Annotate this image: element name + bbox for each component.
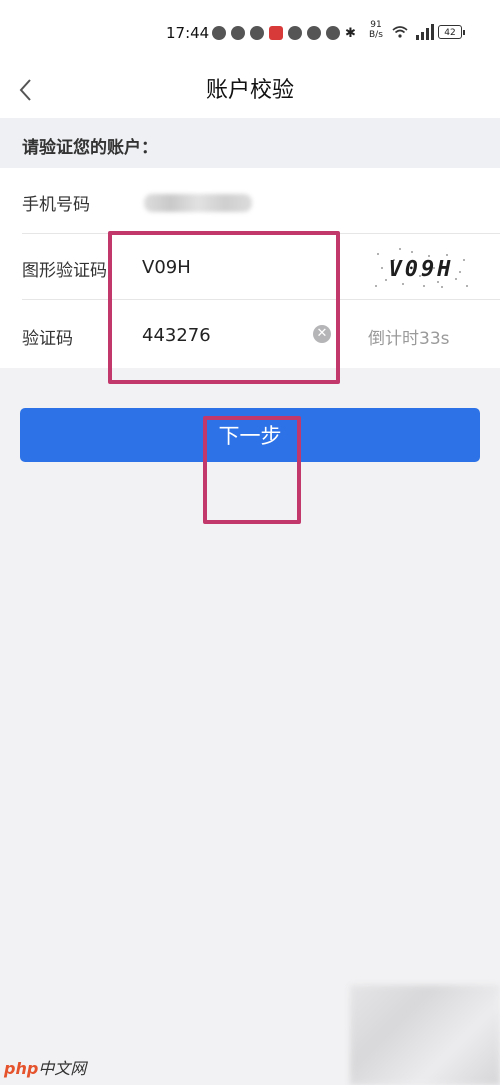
- watermark: php中文网: [4, 1055, 86, 1079]
- code-row: 验证码 倒计时33s: [0, 302, 500, 368]
- nav-bar: 账户校验: [0, 64, 500, 118]
- image-notification-icon: [250, 26, 264, 40]
- divider: [22, 299, 500, 300]
- captcha-row: 图形验证码 V09H: [0, 234, 500, 300]
- net-speed-unit: B/s: [369, 30, 383, 40]
- app-notification-icon: [212, 26, 226, 40]
- watermark-site: 中文网: [38, 1059, 87, 1078]
- countdown-text: 倒计时33s: [368, 329, 450, 349]
- phone-number-masked: [144, 194, 252, 212]
- phone-row: 手机号码: [0, 168, 500, 234]
- wifi-icon: [392, 26, 408, 38]
- sync-icon: [288, 26, 302, 40]
- status-time: 17:44: [166, 24, 210, 42]
- app-badge-icon: [269, 26, 283, 40]
- net-speed-value: 91: [370, 20, 382, 30]
- captcha-input[interactable]: [142, 252, 312, 282]
- next-step-button[interactable]: 下一步: [20, 408, 480, 462]
- bluetooth-icon: ✱: [345, 25, 356, 41]
- watermark-brand: php: [4, 1059, 39, 1078]
- verification-form: 手机号码 图形验证码 V09H 验证码 倒计时33s: [0, 168, 500, 368]
- blurred-region: [350, 985, 500, 1085]
- page-title: 账户校验: [205, 78, 294, 103]
- status-bar: 17:44 ✱ 91 B/s 42: [0, 0, 500, 64]
- net-speed: 91 B/s: [369, 20, 383, 40]
- battery-icon: 42: [438, 25, 465, 39]
- section-header: 请验证您的账户：: [0, 118, 500, 168]
- section-header-text: 请验证您的账户：: [22, 138, 158, 158]
- clear-icon[interactable]: ✕: [313, 325, 331, 343]
- phone-label: 手机号码: [22, 195, 90, 215]
- code-input[interactable]: [142, 320, 312, 350]
- code-label: 验证码: [22, 329, 73, 349]
- signal-icon: [416, 24, 434, 40]
- captcha-image-text: V09H: [389, 257, 454, 282]
- captcha-label: 图形验证码: [22, 261, 107, 281]
- captcha-image[interactable]: V09H: [372, 246, 470, 290]
- vibrate-icon: [326, 26, 340, 40]
- notification-icons: ✱: [212, 22, 356, 44]
- message-notification-icon: [231, 26, 245, 40]
- nfc-icon: [307, 26, 321, 40]
